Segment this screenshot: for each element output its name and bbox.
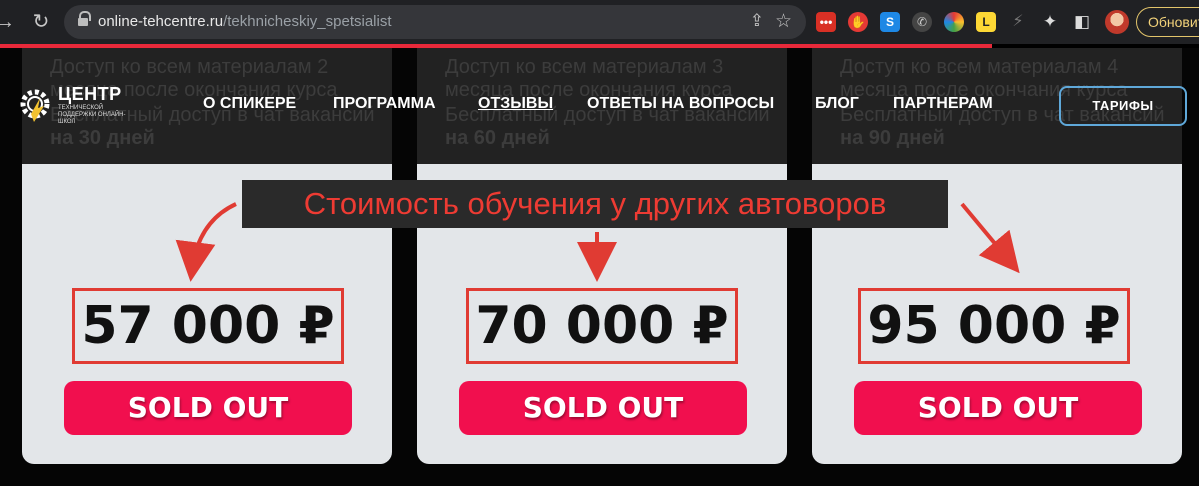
lock-icon[interactable] (78, 11, 91, 28)
extension-red-icon[interactable]: ••• (816, 12, 836, 32)
extension-s-icon[interactable]: S (880, 12, 900, 32)
url-path: /tekhnicheskiy_spetsialist (223, 13, 392, 30)
update-button[interactable]: Обновить (1136, 7, 1199, 37)
extension-hand-icon[interactable]: ✋ (848, 12, 868, 32)
profile-avatar[interactable] (1105, 10, 1129, 34)
bookmark-star-icon[interactable]: ☆ (775, 10, 792, 33)
extension-l-icon[interactable]: L (976, 12, 996, 32)
extension-color-icon[interactable] (944, 12, 964, 32)
browser-toolbar: → ↻ online-tehcentre.ru/tekhnicheskiy_sp… (0, 0, 1199, 44)
reload-icon[interactable]: ↻ (28, 9, 54, 35)
url-host: online-tehcentre.ru (98, 13, 224, 30)
extension-bolt-icon[interactable]: ⚡ (1008, 12, 1028, 32)
arrow-to-price-3 (960, 202, 1020, 274)
pricing-section: Доступ ко всем материалам 2 месяца после… (0, 48, 1199, 486)
extension-phone-icon[interactable]: ✆ (912, 12, 932, 32)
url-text[interactable]: online-tehcentre.ru/tekhnicheskiy_spetsi… (98, 13, 392, 30)
address-bar[interactable]: online-tehcentre.ru/tekhnicheskiy_spetsi… (64, 5, 806, 39)
extensions-puzzle-icon[interactable]: ✦ (1040, 12, 1060, 32)
arrow-to-price-1 (175, 202, 237, 282)
back-arrow-icon[interactable]: → (0, 9, 18, 35)
share-icon[interactable]: ⇪ (750, 11, 764, 31)
annotation-arrows (175, 202, 1020, 282)
side-panel-icon[interactable]: ◧ (1072, 12, 1092, 32)
